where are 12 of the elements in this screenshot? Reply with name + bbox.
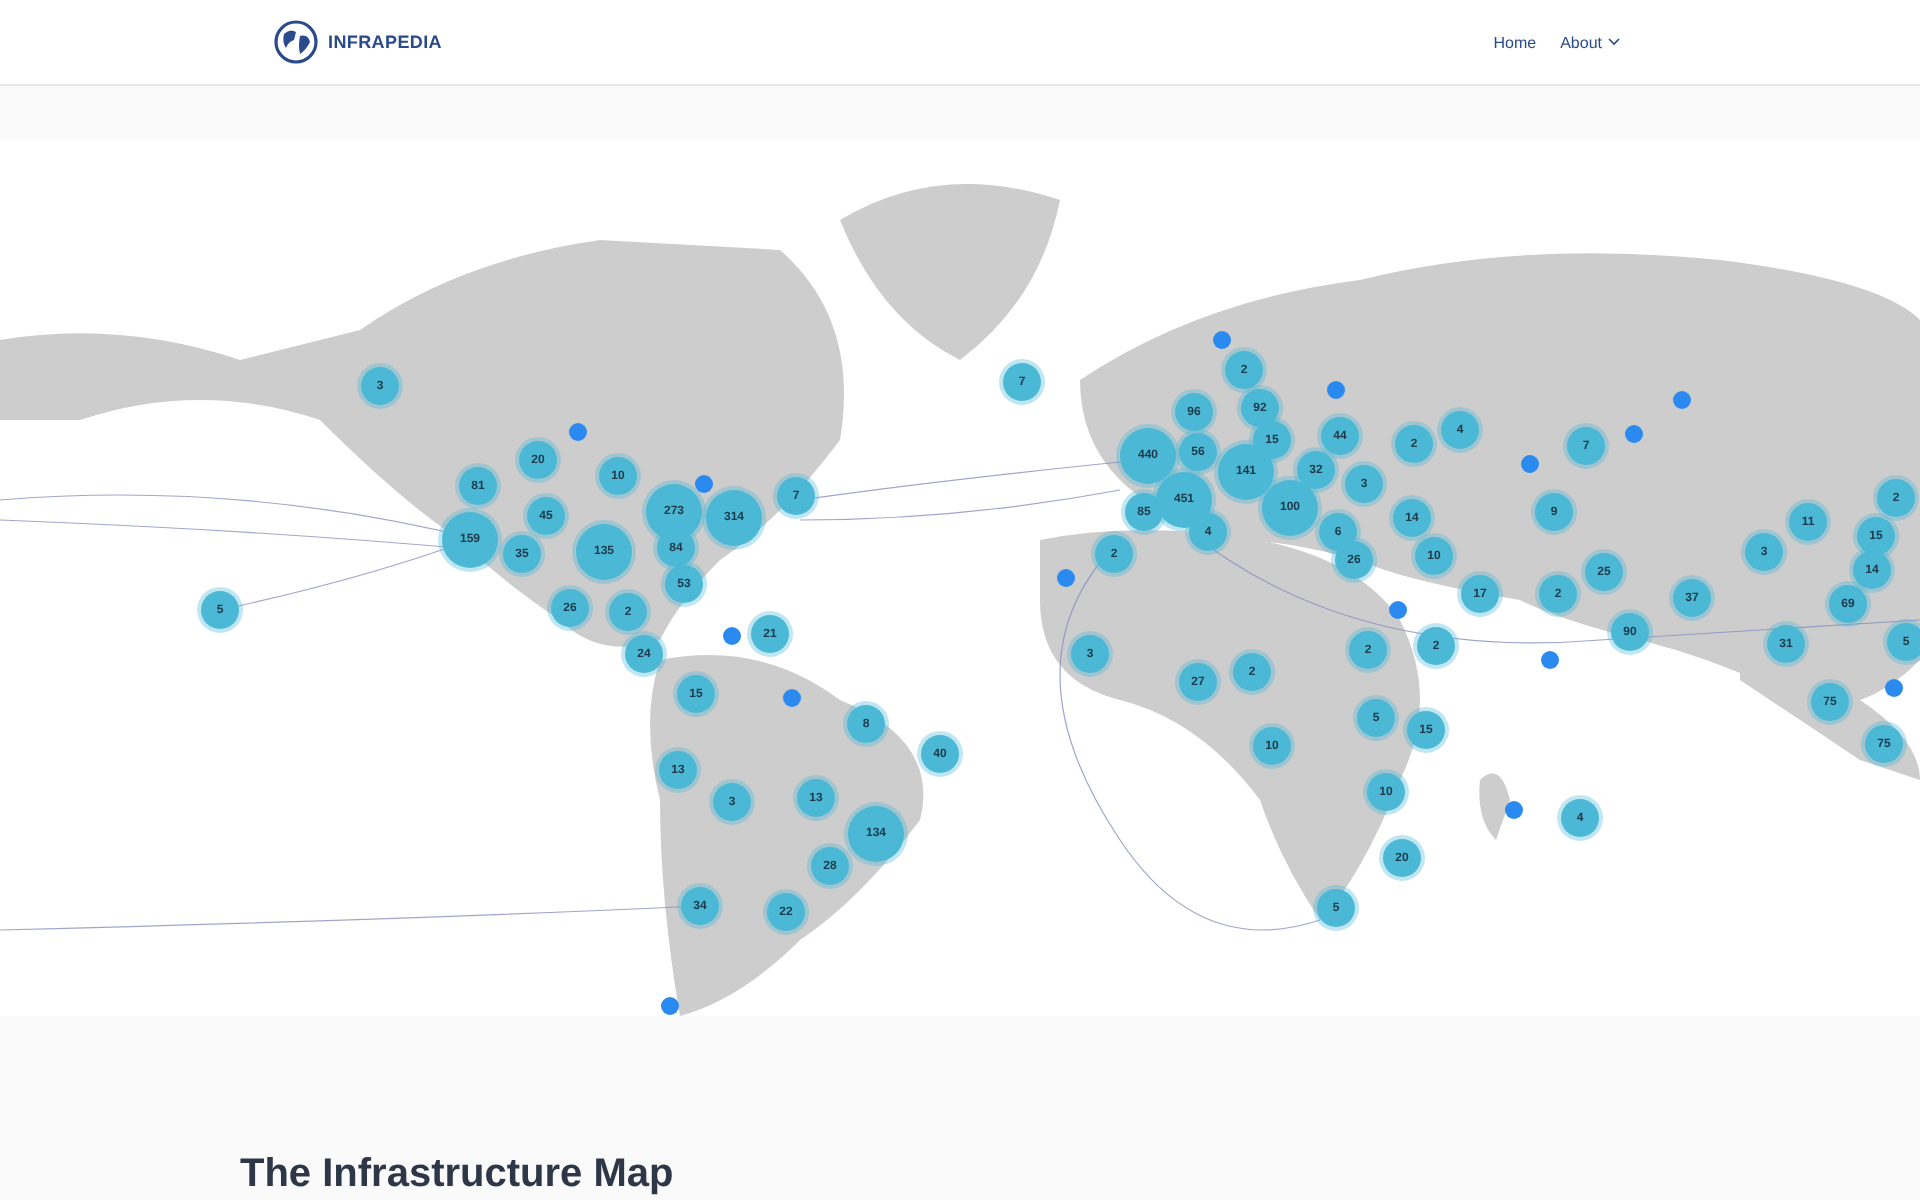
map-point-marker[interactable] xyxy=(661,997,679,1015)
brand-name[interactable]: INFRAPEDIA xyxy=(328,32,443,52)
map-point-marker[interactable] xyxy=(1885,679,1903,697)
section-title: The Infrastructure Map xyxy=(240,1152,676,1198)
map-point-marker[interactable] xyxy=(1541,651,1559,669)
globe-logo-icon xyxy=(274,20,318,64)
nav-link[interactable]: About xyxy=(1560,33,1620,51)
map-point-marker[interactable] xyxy=(1389,601,1407,619)
map-point-marker[interactable] xyxy=(1505,801,1523,819)
map-point-marker[interactable] xyxy=(723,627,741,645)
caret-icon xyxy=(1608,38,1620,46)
nav-link[interactable]: Home xyxy=(1493,33,1537,51)
